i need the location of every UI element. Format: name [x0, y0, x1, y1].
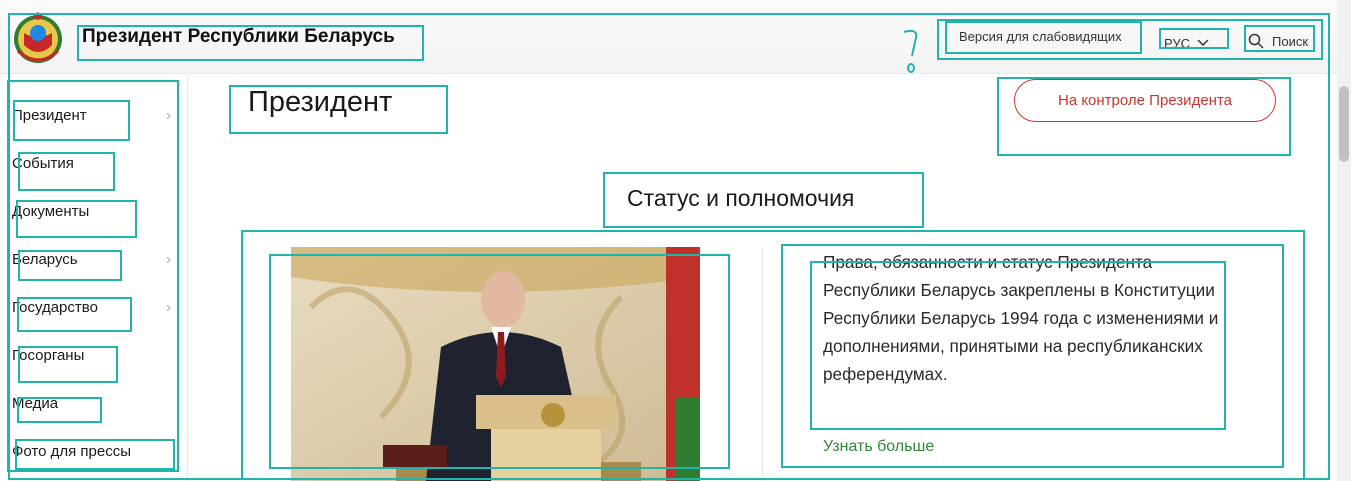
sidebar-item-media[interactable]: Медиа: [12, 395, 58, 412]
sidebar-item-press-photos[interactable]: Фото для прессы: [12, 443, 131, 460]
scrollbar-thumb[interactable]: [1339, 86, 1349, 162]
chevron-right-icon[interactable]: ›: [166, 299, 171, 316]
sidebar-item-events[interactable]: События: [12, 155, 74, 172]
search-icon: [1248, 33, 1264, 49]
sidebar-item-state-bodies[interactable]: Госорганы: [12, 347, 84, 364]
chevron-right-icon[interactable]: ›: [166, 251, 171, 268]
search-label: Поиск: [1272, 33, 1309, 49]
state-emblem-icon[interactable]: [10, 11, 66, 65]
sidebar-item-state[interactable]: Государство: [12, 299, 98, 316]
chevron-right-icon[interactable]: ›: [166, 107, 171, 124]
sidebar-item-documents[interactable]: Документы: [12, 203, 89, 220]
chevron-down-icon: [1197, 39, 1209, 47]
vertical-scrollbar[interactable]: [1337, 0, 1351, 481]
annotation-scribble: [903, 29, 918, 73]
page-title: Президент: [248, 86, 393, 118]
status-description: Права, обязанности и статус Президента Р…: [823, 252, 1219, 384]
site-title[interactable]: Президент Республики Беларусь: [82, 26, 395, 48]
search-button[interactable]: Поиск: [1248, 27, 1308, 55]
sidebar-item-belarus[interactable]: Беларусь: [12, 251, 78, 268]
learn-more-link[interactable]: Узнать больше: [823, 438, 934, 456]
president-photo[interactable]: [291, 247, 700, 481]
site-header: Президент Республики Беларусь Версия для…: [0, 0, 1338, 74]
presidential-control-button[interactable]: На контроле Президента: [1014, 79, 1276, 122]
section-title: Статус и полномочия: [627, 185, 855, 211]
content-divider: [762, 247, 763, 481]
sidebar-nav: Президент › События Документы Беларусь ›…: [0, 75, 188, 481]
language-label: РУС: [1164, 35, 1191, 51]
sidebar-item-president[interactable]: Президент: [12, 107, 87, 124]
president-photo-image: [291, 247, 700, 481]
low-vision-version-button[interactable]: Версия для слабовидящих: [959, 29, 1122, 57]
language-selector[interactable]: РУС: [1164, 29, 1210, 57]
